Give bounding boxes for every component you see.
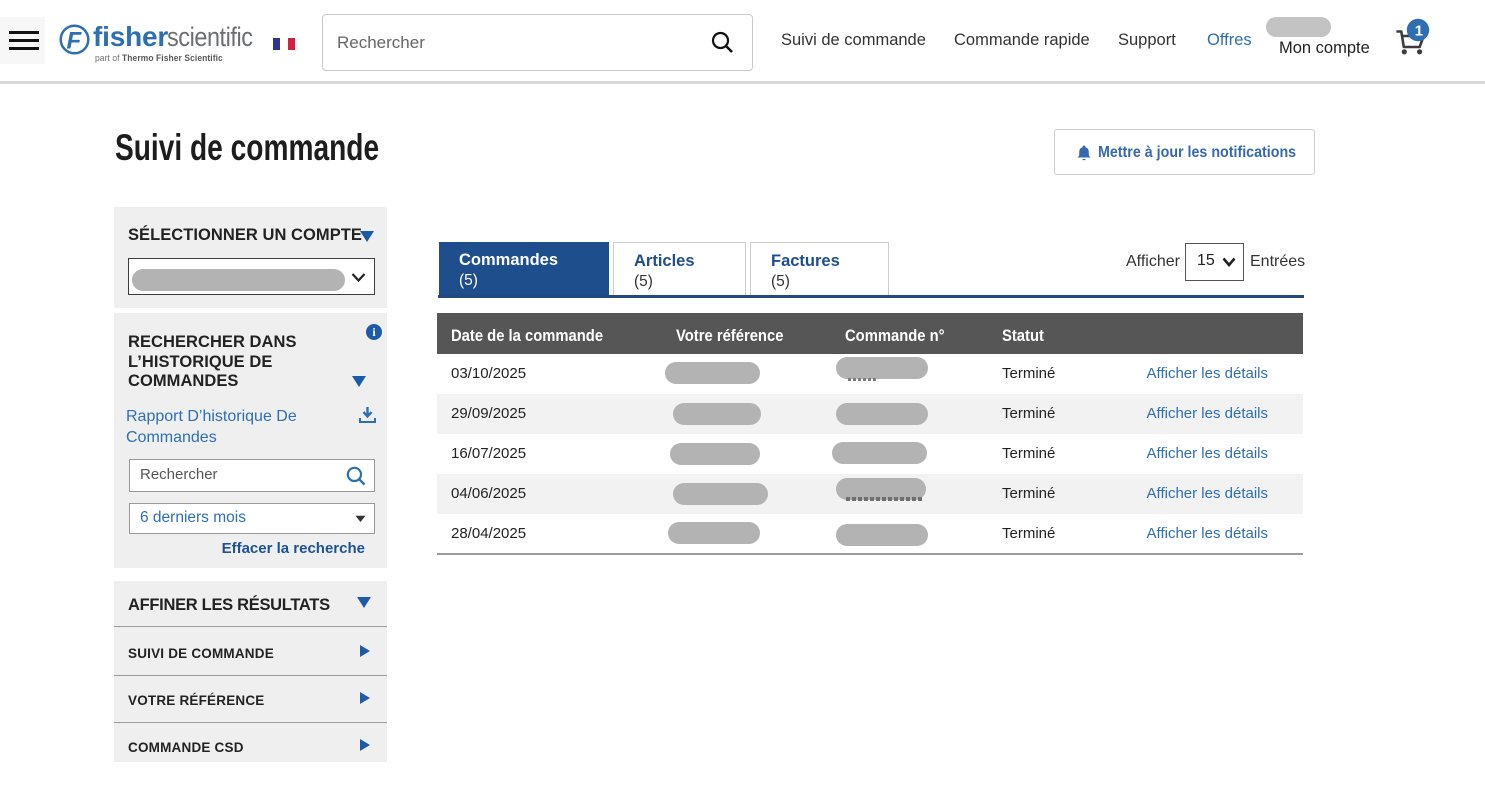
svg-text:F: F: [67, 28, 83, 55]
svg-text:1: 1: [1415, 23, 1423, 40]
